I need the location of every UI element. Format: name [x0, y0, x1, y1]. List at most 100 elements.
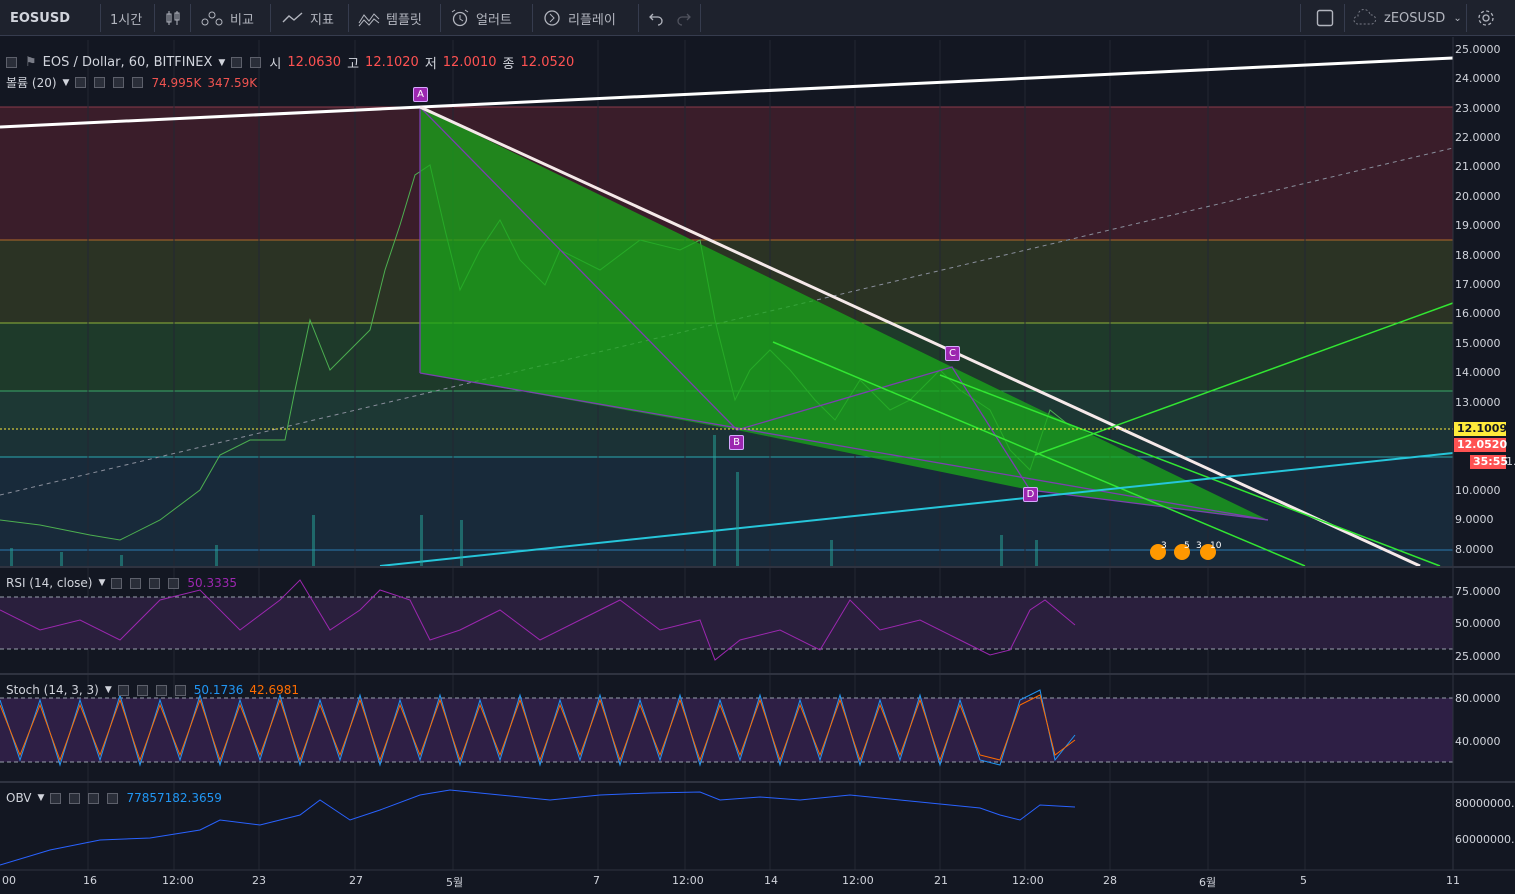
candlestick-icon — [166, 11, 180, 25]
price-axis-label: 24.0000 — [1455, 72, 1501, 85]
pattern-point-c[interactable]: C — [945, 346, 960, 361]
close-icon[interactable] — [107, 792, 119, 804]
close-icon[interactable] — [132, 77, 144, 88]
high-value: 12.1020 — [365, 55, 419, 70]
close-value: 12.0520 — [520, 55, 575, 70]
time-axis-label: 5 — [1300, 874, 1307, 887]
indicators-button[interactable]: 지표 — [282, 0, 334, 36]
time-axis-label: 00 — [2, 874, 16, 887]
time-axis-label: 28 — [1103, 874, 1117, 887]
chevron-down-icon[interactable]: ▼ — [98, 578, 105, 588]
rsi-axis-label: 75.0000 — [1455, 585, 1501, 598]
fullscreen-button[interactable] — [1316, 0, 1334, 36]
gear-icon[interactable] — [250, 57, 262, 68]
undo-button[interactable] — [648, 0, 664, 36]
alerts-button[interactable]: 얼러트 — [450, 0, 512, 36]
event-badge-count: 3 — [1196, 541, 1202, 551]
gear-icon[interactable] — [94, 77, 106, 88]
obv-label[interactable]: OBV — [6, 791, 32, 805]
compare-button[interactable]: 비교 — [200, 0, 254, 36]
rsi-legend[interactable]: RSI (14, close) ▼ 50.3335 — [6, 576, 237, 590]
volume-label[interactable]: 볼륨 (20) — [6, 74, 57, 91]
collapse-icon[interactable] — [6, 57, 17, 68]
time-axis-label: 6월 — [1199, 876, 1217, 889]
toolbar-divider — [532, 4, 533, 32]
replay-button[interactable]: 리플레이 — [542, 0, 616, 36]
eye-icon[interactable] — [231, 57, 243, 68]
alert-price-tag[interactable]: 12.1009 — [1454, 422, 1507, 436]
close-icon[interactable] — [168, 577, 180, 589]
plus-icon[interactable] — [149, 577, 161, 589]
eye-icon[interactable] — [50, 792, 62, 804]
time-axis-label: 21 — [934, 874, 948, 887]
stoch-label[interactable]: Stoch (14, 3, 3) — [6, 683, 99, 697]
chevron-down-icon[interactable]: ▼ — [38, 793, 45, 803]
eye-icon[interactable] — [117, 684, 129, 696]
toolbar-divider — [190, 4, 191, 32]
chevron-down-icon[interactable]: ▼ — [105, 685, 112, 695]
chart-style-button[interactable] — [164, 0, 182, 36]
toolbar-divider — [100, 4, 101, 32]
bar-countdown-tag: 35:55 — [1470, 455, 1508, 469]
obv-axis-label: 80000000.0 — [1455, 797, 1515, 810]
event-badges[interactable] — [1150, 544, 1216, 560]
replay-label: 리플레이 — [568, 12, 616, 28]
price-axis-label: 14.0000 — [1455, 366, 1501, 379]
redo-button[interactable] — [676, 0, 692, 36]
eye-icon[interactable] — [75, 77, 87, 88]
last-price-tag: 12.0520 — [1454, 438, 1507, 452]
high-label: 고 — [347, 57, 360, 72]
price-axis-label: 13.0000 — [1455, 396, 1501, 409]
close-icon[interactable] — [174, 684, 186, 696]
chevron-down-icon[interactable]: ▼ — [218, 58, 225, 68]
plus-icon[interactable] — [155, 684, 167, 696]
main-series-legend[interactable]: ⚑ EOS / Dollar, 60, BITFINEX ▼ 시 12.0630 … — [6, 53, 574, 72]
time-axis-label: 23 — [252, 874, 266, 887]
layout-save-button[interactable]: zEOSUSD ⌄ — [1352, 0, 1462, 36]
price-axis-label: 15.0000 — [1455, 337, 1501, 350]
fib-zone-1 — [0, 107, 1453, 240]
time-axis-label: 11 — [1446, 874, 1460, 887]
symbol-search-button[interactable]: EOSUSD — [10, 0, 70, 36]
series-title[interactable]: EOS / Dollar, 60, BITFINEX — [43, 55, 213, 70]
stoch-axis-label: 80.0000 — [1455, 692, 1501, 705]
pattern-point-a[interactable]: A — [413, 87, 428, 102]
rsi-band — [0, 597, 1453, 649]
toolbar-divider — [638, 4, 639, 32]
templates-icon — [358, 13, 380, 27]
gear-icon[interactable] — [130, 577, 142, 589]
volume-legend[interactable]: 볼륨 (20) ▼ 74.995K 347.59K — [6, 74, 257, 91]
cloud-icon — [1353, 9, 1377, 25]
interval-button[interactable]: 1시간 — [110, 0, 142, 36]
time-axis-label: 12:00 — [1012, 874, 1044, 887]
pattern-point-b[interactable]: B — [729, 435, 744, 450]
stoch-axis-label: 40.0000 — [1455, 735, 1501, 748]
chevron-down-icon[interactable]: ▼ — [63, 78, 70, 88]
open-value: 12.0630 — [287, 55, 342, 70]
gear-icon[interactable] — [136, 684, 148, 696]
event-badge-count: 3 — [1161, 541, 1167, 551]
alerts-label: 얼러트 — [476, 12, 512, 28]
redo-icon — [677, 13, 691, 26]
price-axis-label: 22.0000 — [1455, 131, 1501, 144]
price-axis-label: 21.0000 — [1455, 160, 1501, 173]
price-axis-label: 23.0000 — [1455, 102, 1501, 115]
plus-icon[interactable] — [113, 77, 125, 88]
obv-legend[interactable]: OBV ▼ 77857182.3659 — [6, 791, 222, 805]
time-axis-label: 27 — [349, 874, 363, 887]
rsi-label[interactable]: RSI (14, close) — [6, 576, 92, 590]
toolbar-divider — [1344, 4, 1345, 32]
stoch-legend[interactable]: Stoch (14, 3, 3) ▼ 50.1736 42.6981 — [6, 683, 299, 697]
price-axis-label: 8.0000 — [1455, 543, 1494, 556]
pattern-point-d[interactable]: D — [1023, 487, 1038, 502]
templates-button[interactable]: 템플릿 — [358, 0, 422, 36]
volume-value: 74.995K — [151, 75, 202, 90]
eye-icon[interactable] — [111, 577, 123, 589]
open-label: 시 — [269, 57, 282, 72]
settings-button[interactable] — [1476, 0, 1496, 36]
plus-icon[interactable] — [88, 792, 100, 804]
gear-icon[interactable] — [69, 792, 81, 804]
undo-icon — [649, 13, 663, 26]
flag-icon[interactable]: ⚑ — [25, 55, 37, 70]
chart-canvas[interactable] — [0, 37, 1515, 894]
